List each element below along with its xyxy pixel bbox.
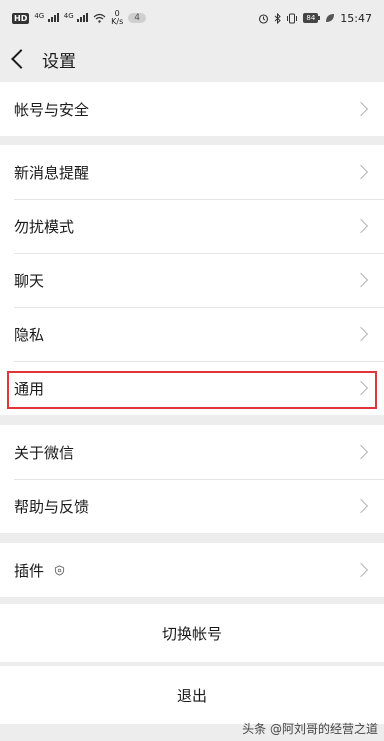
menu-item-help-feedback[interactable]: 帮助与反馈 [0,479,384,533]
menu-item-label: 勿扰模式 [14,217,75,236]
menu-item-about[interactable]: 关于微信 [0,425,384,479]
menu-item-account-security[interactable]: 帐号与安全 [0,82,384,136]
group-account: 帐号与安全 [0,82,384,136]
menu-item-new-message-alerts[interactable]: 新消息提醒 [0,145,384,199]
battery-icon: 84 [303,13,321,23]
signal-2: 4G [64,12,89,25]
menu-item-general[interactable]: 通用 [0,361,384,415]
chevron-right-icon [353,562,369,578]
clock: 15:47 [340,11,372,25]
menu-item-label: 新消息提醒 [14,163,90,182]
menu-item-label: 插件 [14,561,45,580]
menu-item-chat[interactable]: 聊天 [0,253,384,307]
group-preferences: 新消息提醒 勿扰模式 聊天 隐私 通用 [0,145,384,415]
menu-item-label: 聊天 [14,271,45,290]
menu-item-label: 隐私 [14,325,45,344]
signal-icon [47,12,59,22]
group-plugins: 插件 [0,543,384,597]
chevron-right-icon [353,272,369,288]
notification-badge: 4 [128,13,146,23]
network-speed: 0 K/s [111,9,124,26]
bluetooth-icon [275,12,282,24]
menu-item-do-not-disturb[interactable]: 勿扰模式 [0,199,384,253]
hd-badge: HD [12,12,30,24]
back-arrow-icon[interactable] [11,49,31,69]
menu-item-label: 帮助与反馈 [14,497,90,516]
menu-item-privacy[interactable]: 隐私 [0,307,384,361]
chevron-right-icon [353,164,369,180]
status-bar: HD 4G 4G 0 K/s 4 84 15:47 [0,0,384,36]
signal-1: 4G [34,12,59,25]
menu-item-label: 帐号与安全 [14,100,90,119]
chevron-right-icon [353,326,369,342]
chevron-right-icon [353,498,369,514]
menu-item-label: 关于微信 [14,443,75,462]
watermark: 头条 @阿刘哥的经营之道 [242,722,378,736]
chevron-right-icon [353,444,369,460]
menu-item-plugins[interactable]: 插件 [0,543,384,597]
chevron-right-icon [353,101,369,117]
vibrate-icon [287,13,298,23]
leaf-icon [326,14,335,22]
menu-item-label: 通用 [14,379,45,398]
group-about: 关于微信 帮助与反馈 [0,425,384,533]
page-title: 设置 [42,51,76,72]
shield-icon [54,564,65,576]
chevron-right-icon [353,218,369,234]
alarm-icon [259,13,269,24]
logout-button[interactable]: 退出 [0,666,384,724]
chevron-right-icon [353,380,369,396]
signal-icon [77,12,89,22]
switch-account-button[interactable]: 切换帐号 [0,604,384,662]
nav-header: 设置 [0,36,384,82]
wifi-icon [93,13,106,23]
